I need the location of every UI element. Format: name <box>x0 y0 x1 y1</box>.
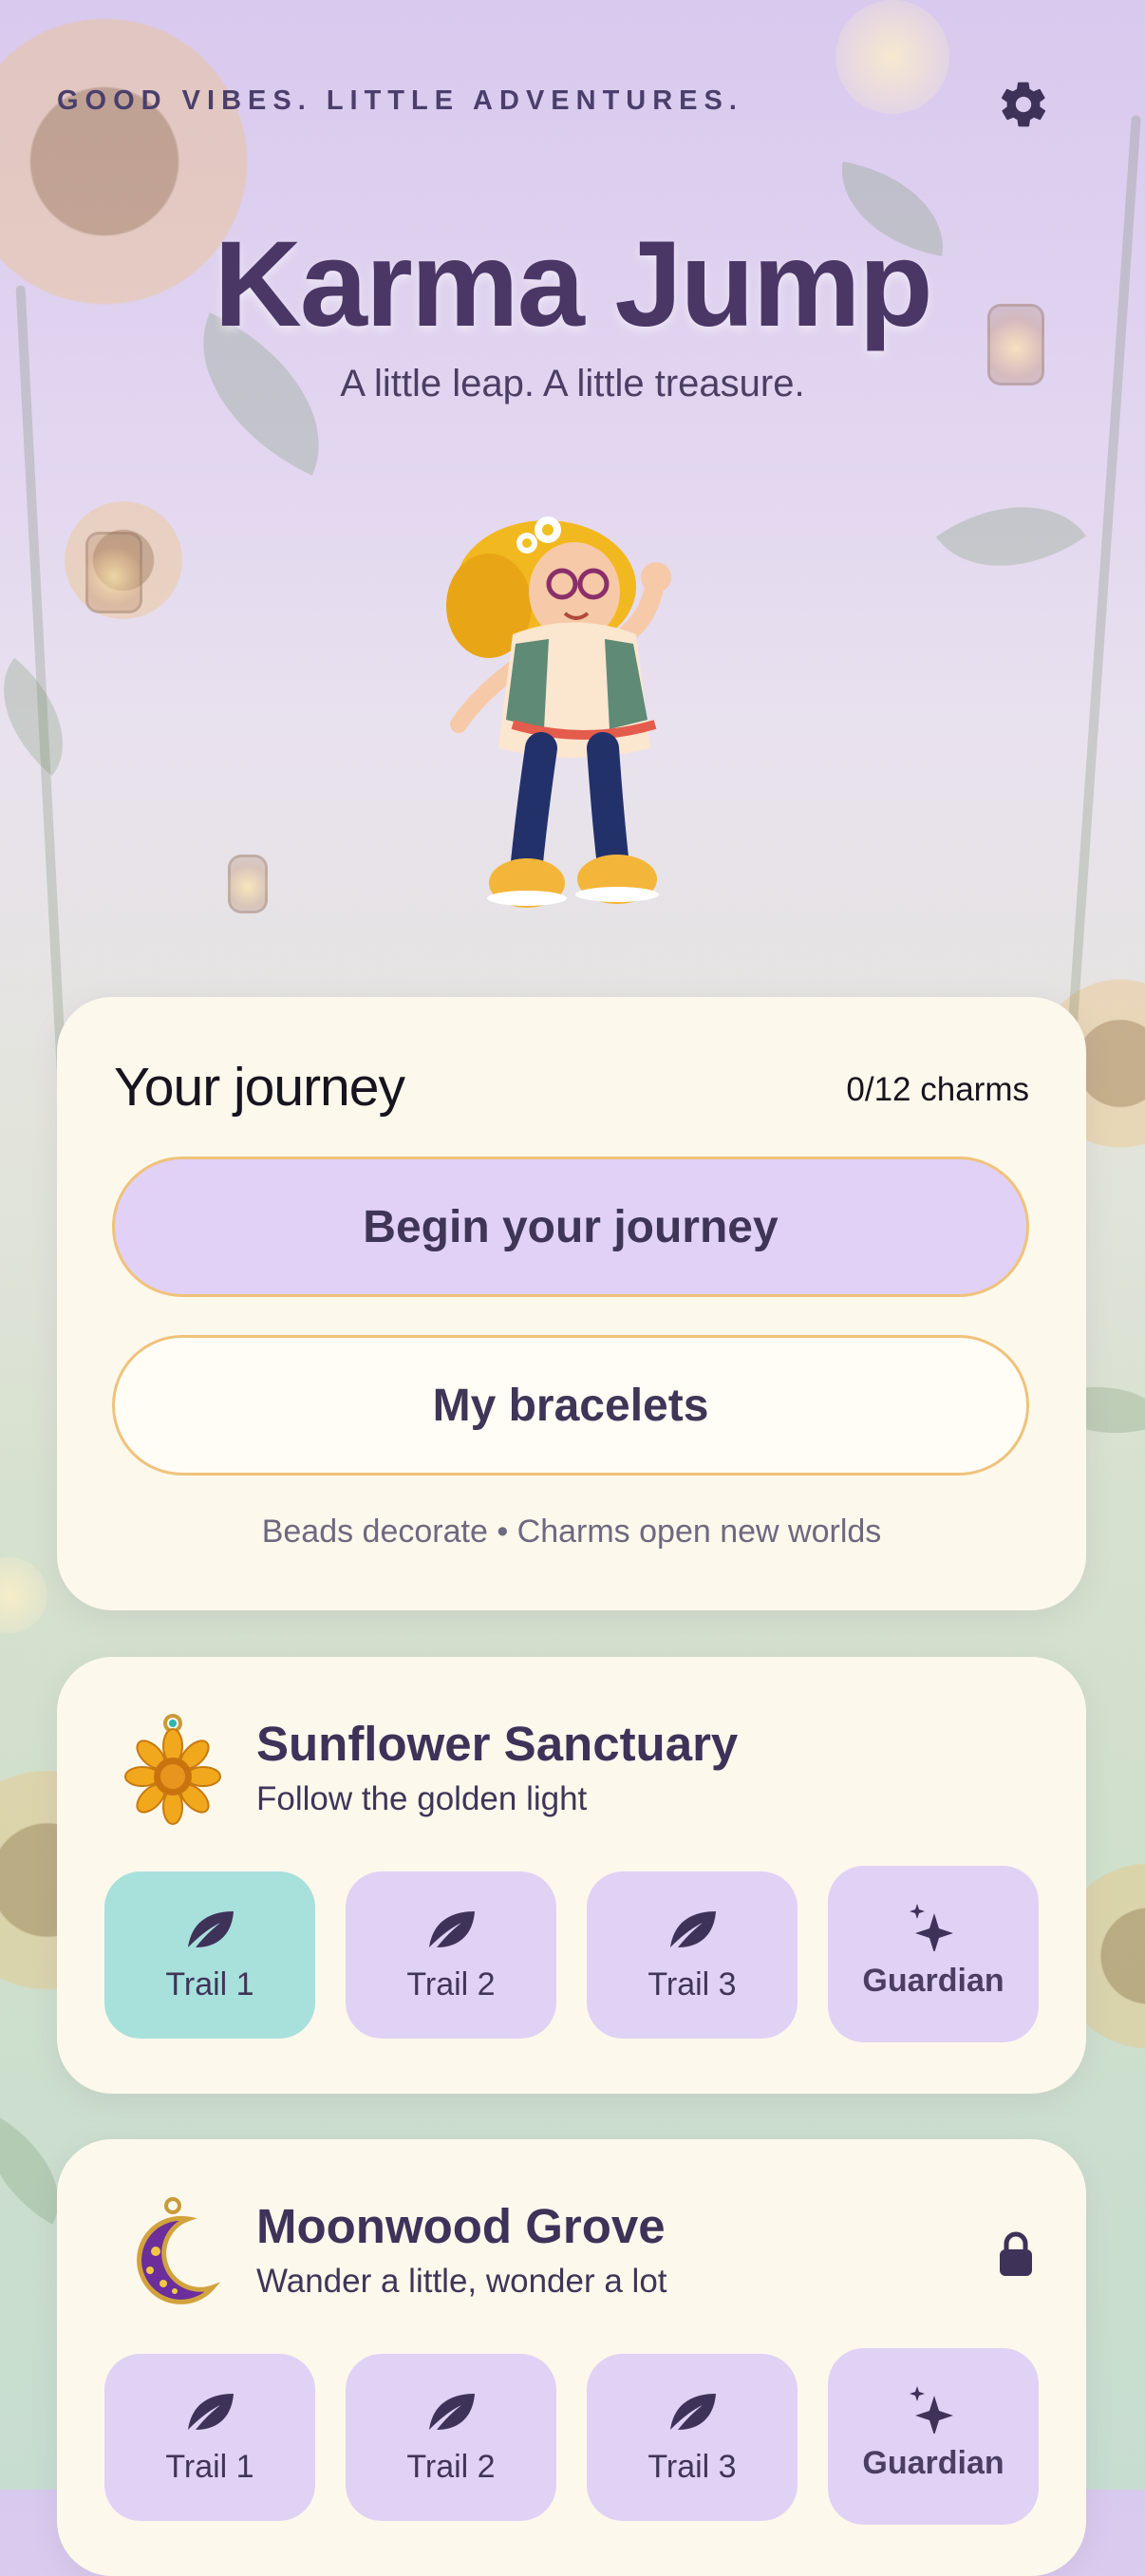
trail-2-button[interactable]: Trail 2 <box>346 2354 556 2521</box>
charm-count: 0/12 charms <box>846 1071 1029 1108</box>
settings-button[interactable] <box>997 78 1050 131</box>
my-bracelets-button[interactable]: My bracelets <box>112 1335 1029 1476</box>
journey-title: Your journey <box>114 1057 405 1118</box>
sparkle-icon <box>910 2386 953 2434</box>
trail-label: Guardian <box>862 1963 1004 1999</box>
trail-label: Trail 2 <box>406 1966 496 2003</box>
world-card-moonwood-grove: Moonwood Grove Wander a little, wonder a… <box>57 2139 1086 2576</box>
trail-1-button[interactable]: Trail 1 <box>104 2354 315 2521</box>
trail-label: Trail 2 <box>406 2449 496 2485</box>
trail-label: Guardian <box>862 2445 1004 2481</box>
hero-character-illustration <box>446 517 671 908</box>
trail-3-button[interactable]: Trail 3 <box>587 1871 798 2039</box>
leaf-icon <box>188 2394 234 2430</box>
leaf-icon <box>670 1911 716 1947</box>
sunflower-charm-icon <box>124 1714 221 1825</box>
trail-2-button[interactable]: Trail 2 <box>346 1871 556 2039</box>
sparkle-icon <box>910 1904 953 1951</box>
begin-journey-button[interactable]: Begin your journey <box>112 1156 1029 1297</box>
tagline: GOOD VIBES. LITTLE ADVENTURES. <box>57 85 743 116</box>
trail-label: Trail 3 <box>648 1966 737 2003</box>
lock-icon <box>1000 2231 1032 2276</box>
trail-label: Trail 3 <box>648 2449 737 2485</box>
app-title: Karma Jump <box>214 216 932 352</box>
world-subtitle: Wander a little, wonder a lot <box>256 2263 667 2300</box>
world-subtitle: Follow the golden light <box>256 1780 588 1817</box>
trail-3-button[interactable]: Trail 3 <box>587 2354 798 2521</box>
gear-icon <box>1001 82 1046 127</box>
journey-card: Your journey 0/12 charms Begin your jour… <box>57 997 1086 1610</box>
guardian-button[interactable]: Guardian <box>828 2348 1039 2525</box>
trail-label: Trail 1 <box>165 1966 254 2003</box>
trail-label: Trail 1 <box>165 2449 254 2485</box>
world-name: Sunflower Sanctuary <box>256 1717 739 1771</box>
guardian-button[interactable]: Guardian <box>828 1866 1039 2042</box>
leaf-icon <box>429 2394 475 2430</box>
crescent-moon-charm-icon <box>137 2197 221 2304</box>
leaf-icon <box>188 1911 234 1947</box>
leaf-icon <box>429 1911 475 1947</box>
trail-1-button[interactable]: Trail 1 <box>104 1871 315 2039</box>
leaf-icon <box>670 2394 716 2430</box>
world-name: Moonwood Grove <box>256 2199 666 2253</box>
world-card-sunflower-sanctuary: Sunflower Sanctuary Follow the golden li… <box>57 1657 1086 2094</box>
journey-hint: Beads decorate • Charms open new worlds <box>261 1514 882 1550</box>
app-subtitle: A little leap. A little treasure. <box>340 363 805 404</box>
